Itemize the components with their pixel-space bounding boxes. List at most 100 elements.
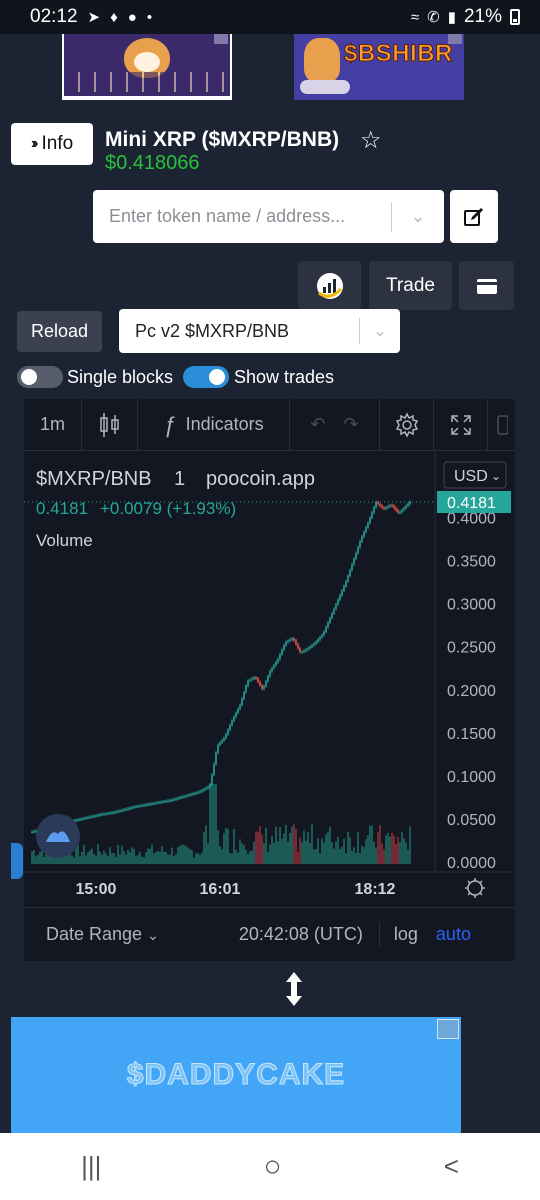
candle [165,801,167,803]
volume-bar [215,784,217,864]
candle [241,698,243,705]
pair-select[interactable]: Pc v2 $MXRP/BNB ⌄ [119,309,400,353]
reload-button[interactable]: Reload [17,311,102,352]
candles-icon[interactable] [82,398,138,451]
indicators-button[interactable]: ƒ Indicators [138,398,290,451]
candle [299,648,301,653]
redo-icon[interactable]: ↷ [344,414,359,435]
candle [325,627,327,632]
volume-bar [109,847,111,864]
undo-icon[interactable]: ↶ [310,414,325,435]
ad-banner-bottom[interactable]: $DADDYCAKE [11,1017,461,1133]
chart-panel: 1m ƒ Indicators ↶ ↷ 0.0000 0.0500 0.1000… [24,398,515,961]
interval-button[interactable]: 1m [24,398,82,451]
star-icon[interactable]: ☆ [360,126,382,155]
single-blocks-toggle[interactable] [17,366,63,388]
volume-bar [89,850,91,864]
trade-button[interactable]: Trade [369,261,452,310]
drawer-handle[interactable] [11,843,23,879]
volume-bar [373,841,375,864]
candle [255,677,257,679]
volume-bar [255,831,257,864]
y-tick-label: 0.4000 [447,511,496,528]
volume-bar [225,827,227,864]
ad-banner-left[interactable] [62,34,232,100]
candle [323,631,325,636]
candle [297,644,299,649]
back-icon[interactable]: < [444,1151,459,1182]
candle [373,507,375,513]
price-chart[interactable]: 0.0000 0.0500 0.1000 0.1500 0.2000 0.2500 0.30… [24,452,515,902]
volume-bar [337,836,339,864]
candle [195,792,197,794]
candle [161,801,163,803]
volume-bar [211,784,213,864]
volume-bar [369,825,371,864]
volume-bar [105,853,107,864]
volume-bar [395,843,397,864]
candle [79,819,81,821]
token-search-input[interactable]: Enter token name / address... ⌄ [93,190,444,243]
candle [225,734,227,739]
volume-bar [157,851,159,864]
candle [407,503,409,506]
candle [273,665,275,669]
fullscreen-icon[interactable] [434,398,488,451]
volume-bar [205,825,207,864]
info-button[interactable]: ›› Info [11,123,93,165]
candle [127,808,129,810]
candle [301,651,303,653]
volume-bar [347,831,349,864]
volume-bar [363,847,365,864]
candle [113,812,115,814]
candle [315,641,317,644]
chart-symbol: $MXRP/BNB [36,468,152,490]
volume-bar [235,849,237,864]
edit-button[interactable] [450,190,498,243]
volume-bar [139,851,141,864]
wallet-button[interactable] [459,261,514,310]
candle [153,803,155,805]
volume-bar [87,852,89,864]
auto-button[interactable]: auto [436,924,471,945]
chevron-down-icon[interactable]: ⌄ [392,206,444,227]
candle [231,720,233,726]
volume-bar [183,845,185,864]
volume-bar [243,845,245,864]
recent-apps-icon[interactable]: ||| [81,1151,101,1182]
candle [207,787,209,789]
candle [229,725,231,730]
currency-button[interactable]: USD ⌄ [443,461,507,489]
system-nav-bar: ||| ○ < [0,1133,540,1200]
volume-bar [97,844,99,864]
ad-banner-right[interactable]: $BSHIBR [294,34,464,100]
tradingview-logo[interactable] [36,814,80,858]
candle [179,797,181,799]
home-icon[interactable]: ○ [263,1150,281,1184]
resize-vertical-icon[interactable] [280,970,308,1008]
status-bar: 02:12 ➤ ♦ ● • ≈ ✆ ▮ 21% [0,0,540,34]
volume-bar [339,849,341,864]
function-icon: ƒ [163,411,176,437]
settings-icon[interactable] [380,398,434,451]
volume-bar [249,851,251,864]
volume-bar [129,852,131,864]
volume-bar [295,829,297,864]
candle [351,564,353,571]
volume-bar [279,827,281,864]
volume-bar [95,855,97,864]
log-button[interactable]: log [394,924,418,945]
y-tick-label: 0.2500 [447,640,496,657]
candle [279,654,281,659]
show-trades-toggle[interactable] [183,366,229,388]
candle [379,503,381,506]
candle [209,784,211,788]
candle [187,795,189,797]
chart-view-button[interactable] [298,261,361,310]
candle [405,505,407,508]
more-icon[interactable] [488,399,515,451]
axis-settings-icon[interactable] [465,878,485,898]
candle [365,527,367,532]
volume-bar [167,854,169,864]
date-range-button[interactable]: Date Range ⌄ [46,924,159,945]
